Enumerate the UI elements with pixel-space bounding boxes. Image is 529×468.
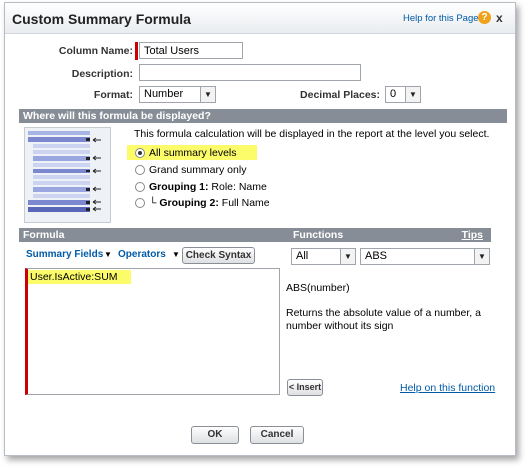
formula-section-header: Formula [19, 228, 289, 242]
check-syntax-button[interactable]: Check Syntax [182, 247, 255, 264]
option-grouping-1[interactable]: Grouping 1: Role: Name [149, 181, 267, 193]
summary-fields-menu[interactable]: Summary Fields [26, 249, 103, 260]
help-for-this-page-link[interactable]: Help for this Page [403, 13, 479, 24]
required-indicator [135, 42, 138, 60]
function-name-select[interactable]: ABS ▼ [360, 248, 490, 265]
cancel-button[interactable]: Cancel [250, 426, 304, 444]
help-on-this-function-link[interactable]: Help on this function [400, 382, 495, 394]
custom-summary-formula-dialog: Custom Summary Formula Help for this Pag… [4, 2, 516, 456]
decimal-places-select[interactable]: 0 ▼ [385, 86, 421, 103]
close-icon[interactable]: x [496, 11, 503, 25]
function-category-select[interactable]: All ▼ [291, 248, 356, 265]
function-signature: ABS(number) [286, 282, 350, 294]
description-input[interactable] [139, 64, 361, 81]
radio-grouping-2[interactable] [135, 198, 145, 208]
caret-down-icon: ▼ [104, 250, 112, 259]
tips-link[interactable]: Tips [462, 228, 483, 242]
radio-grouping-1[interactable] [135, 182, 145, 192]
ok-button[interactable]: OK [191, 426, 239, 444]
option-grand-summary-only[interactable]: Grand summary only [149, 164, 246, 176]
help-icon[interactable]: ? [478, 11, 491, 24]
radio-grand-summary-only[interactable] [135, 165, 145, 175]
radio-all-summary-levels[interactable] [135, 148, 145, 158]
functions-section-header: Functions Tips [289, 228, 491, 242]
caret-down-icon: ▼ [172, 250, 180, 259]
chevron-down-icon: ▼ [405, 87, 420, 102]
summary-levels-illustration [24, 127, 111, 223]
format-select[interactable]: Number ▼ [139, 86, 216, 103]
display-instruction: This formula calculation will be display… [134, 128, 490, 140]
formula-text: User.IsActive:SUM [30, 271, 118, 283]
column-name-label: Column Name: [58, 45, 133, 57]
column-name-input[interactable]: Total Users [139, 42, 243, 59]
chevron-down-icon: ▼ [200, 87, 215, 102]
dialog-header: Custom Summary Formula Help for this Pag… [5, 3, 515, 34]
format-label: Format: [93, 89, 133, 101]
display-level-section-header: Where will this formula be displayed? [19, 109, 507, 123]
dialog-title: Custom Summary Formula [12, 11, 191, 27]
formula-editor[interactable]: User.IsActive:SUM [25, 268, 280, 395]
description-label: Description: [71, 68, 133, 80]
option-all-summary-levels[interactable]: All summary levels [149, 147, 237, 159]
option-grouping-2[interactable]: └ Grouping 2: Full Name [149, 197, 270, 209]
chevron-down-icon: ▼ [340, 249, 355, 264]
operators-menu[interactable]: Operators [118, 249, 166, 260]
chevron-down-icon: ▼ [474, 249, 489, 264]
decimal-places-label: Decimal Places: [300, 89, 380, 101]
function-description: Returns the absolute value of a number, … [286, 307, 481, 332]
insert-button[interactable]: < Insert [287, 379, 323, 396]
